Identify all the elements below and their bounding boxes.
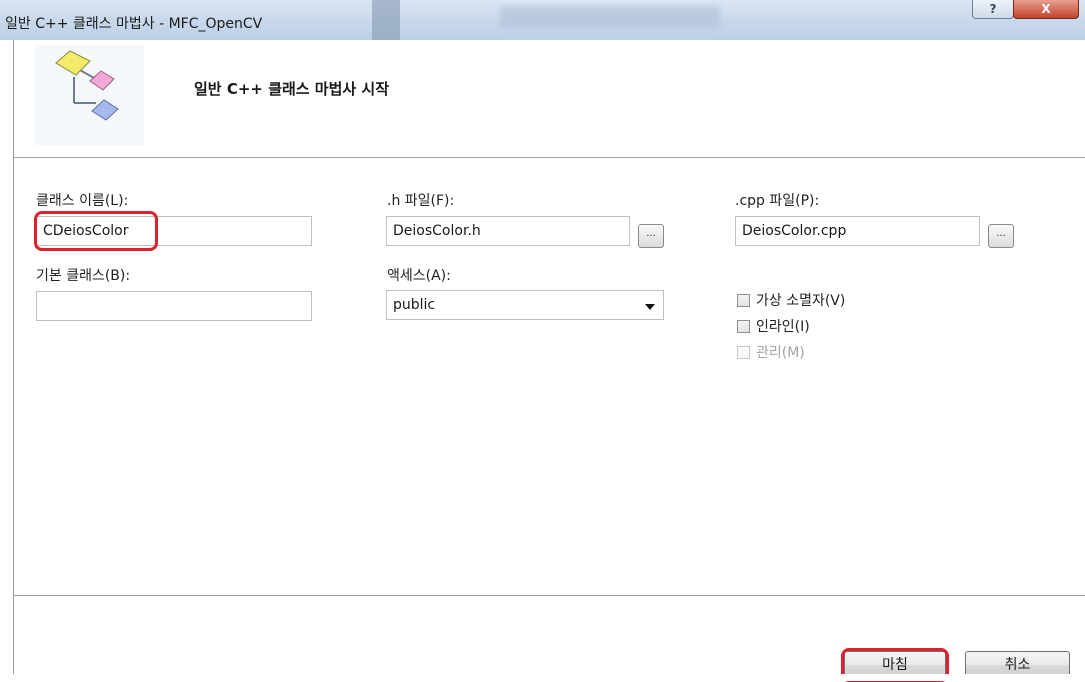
help-icon: ? [989,2,997,16]
checkbox-box [737,345,750,359]
access-label: 액세스(A): [387,268,451,284]
inline-label: 인라인(I) [756,319,810,335]
class-name-label: 클래스 이름(L): [36,193,129,209]
close-icon: X [1041,2,1051,16]
cpp-file-input[interactable]: DeiosColor.cpp [735,216,980,246]
window-title: 일반 C++ 클래스 마법사 - MFC_OpenCV [5,16,263,32]
inline-checkbox[interactable]: 인라인(I) [737,316,810,336]
close-button[interactable]: X [1013,0,1079,19]
wizard-footer: 마침 취소 [14,595,1085,682]
class-wizard-logo-icon [34,45,144,145]
background-window-blur [372,0,400,40]
background-window-blur [500,6,720,28]
base-class-input[interactable] [36,291,312,321]
h-file-input[interactable]: DeiosColor.h [386,216,630,246]
virtual-destructor-checkbox[interactable]: 가상 소멸자(V) [737,290,845,310]
dialog-window: 일반 C++ 클래스 마법사 시작 클래스 이름(L): CDeiosColor… [13,40,1085,682]
title-bar[interactable]: 일반 C++ 클래스 마법사 - MFC_OpenCV ? X [0,0,1085,40]
checkbox-box [737,293,750,307]
help-button[interactable]: ? [972,0,1014,19]
class-name-input[interactable]: CDeiosColor [36,216,312,246]
checkbox-box [737,319,750,333]
bottom-edge [0,674,1085,681]
access-select[interactable]: public [386,290,664,320]
page-title: 일반 C++ 클래스 마법사 시작 [194,80,390,98]
base-class-label: 기본 클래스(B): [36,268,131,284]
managed-checkbox: 관리(M) [737,342,805,362]
h-file-browse-button[interactable]: ... [638,224,664,248]
wizard-header: 일반 C++ 클래스 마법사 시작 [14,40,1085,158]
cpp-file-browse-button[interactable]: ... [988,224,1014,248]
managed-label: 관리(M) [756,345,805,361]
access-selected-value: public [393,297,436,313]
cpp-file-label: .cpp 파일(P): [735,193,820,209]
virtual-destructor-label: 가상 소멸자(V) [756,293,846,309]
h-file-label: .h 파일(F): [387,193,455,209]
chevron-down-icon [645,304,655,310]
